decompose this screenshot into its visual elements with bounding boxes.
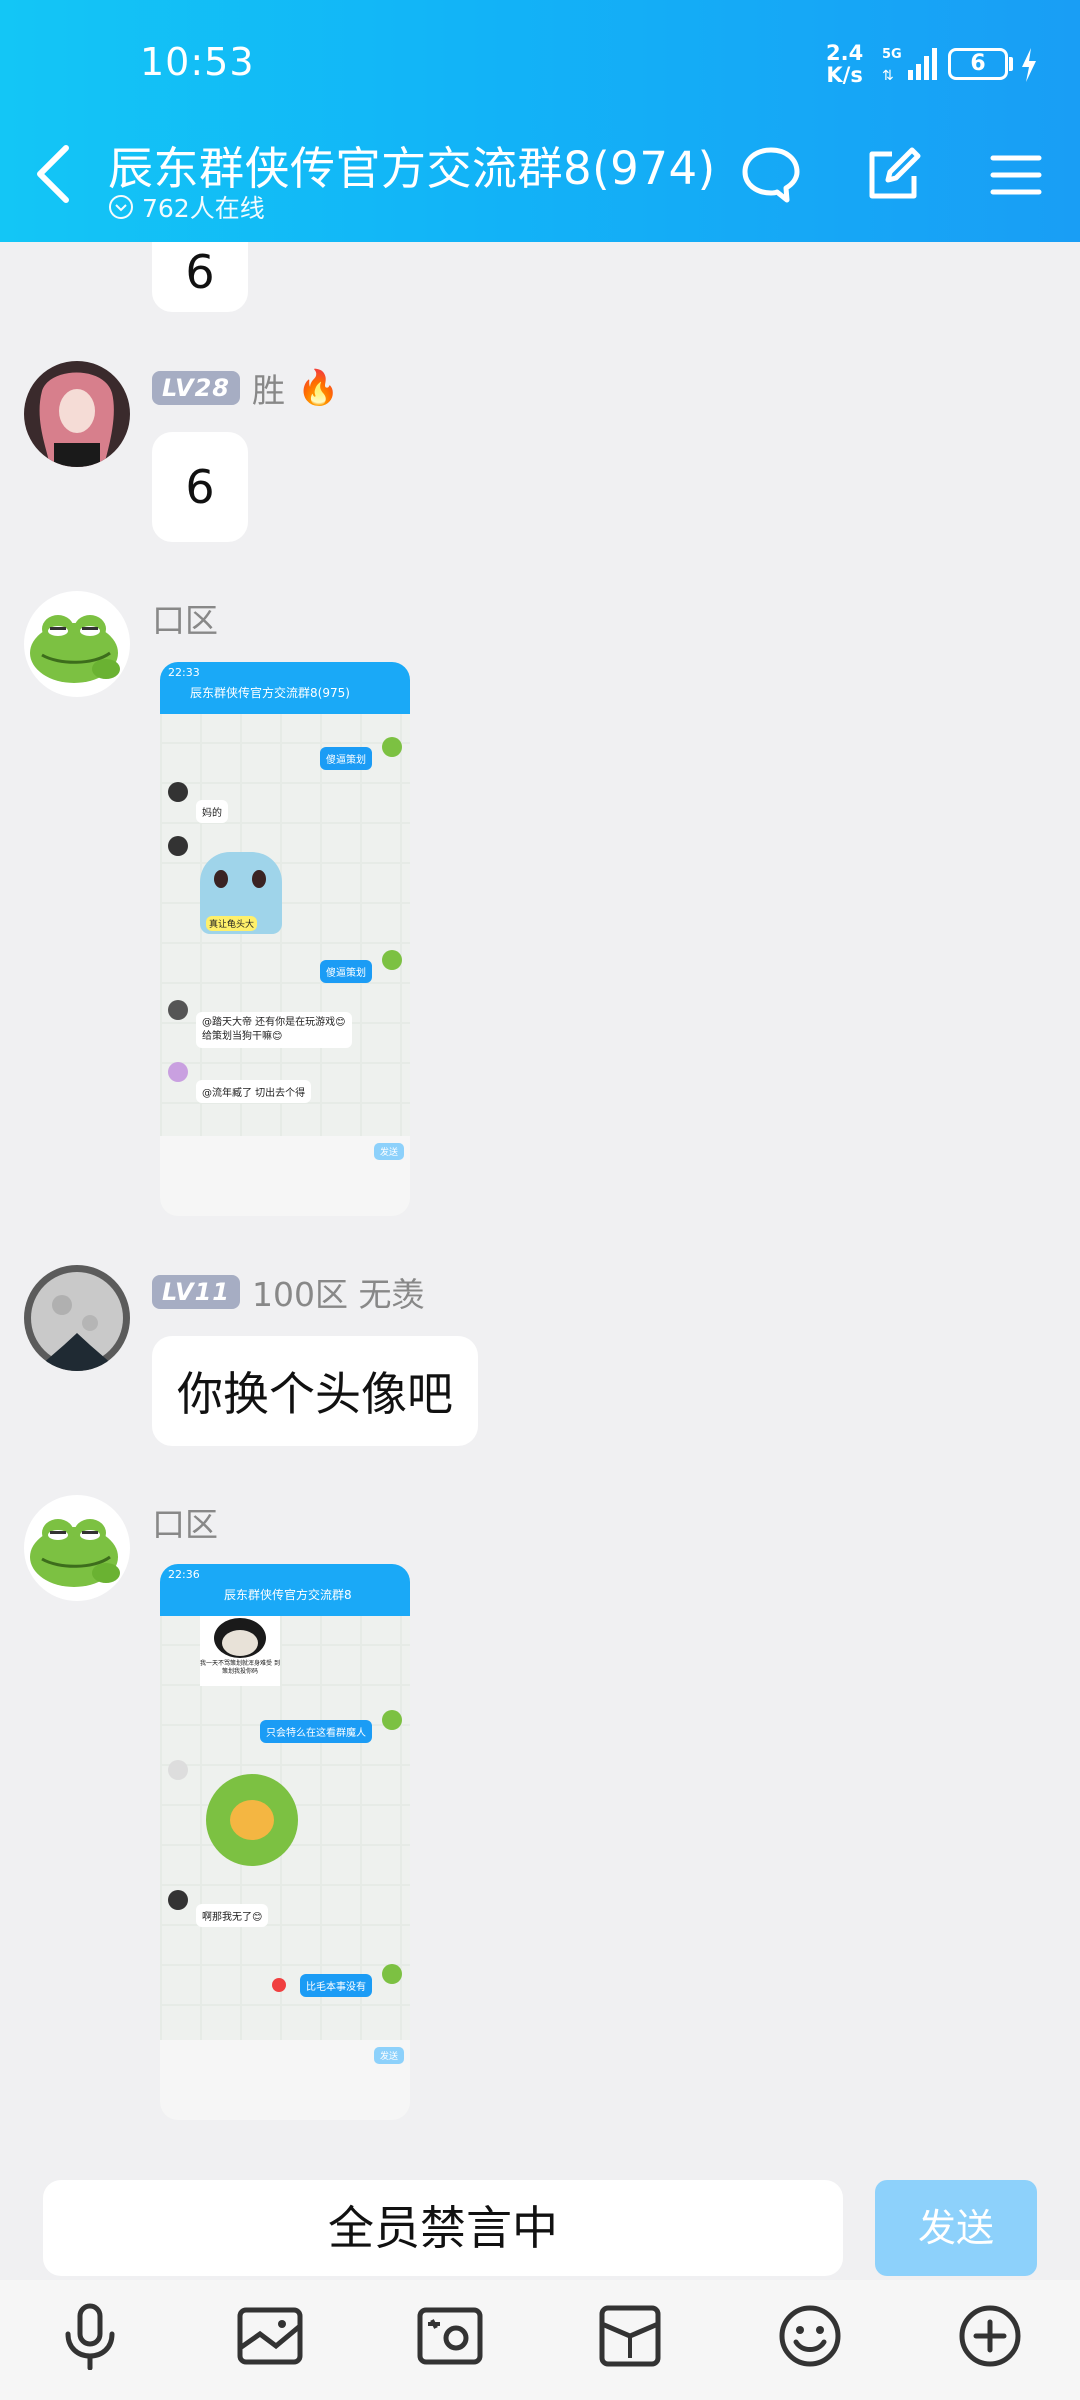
screenshot-toolbar [160,2040,410,2120]
avatar-anime-girl [24,361,130,467]
avatar[interactable] [24,1495,130,1601]
mini-avatar [382,1710,402,1730]
message-list[interactable]: 6 LV28 胜 🔥 6 口区 22:33 辰东群侠传官方交流群8(975) 傻… [0,242,1080,2160]
mini-avatar [168,836,188,856]
screenshot-title: 辰东群侠传官方交流群8(975) [190,686,350,700]
sender-name: 胜 [251,371,285,410]
online-count[interactable]: 762人在线 [108,189,265,225]
sender-info: 口区 [152,1498,218,1546]
screenshot-message: @流年臧了 切出去个得 [196,1080,312,1103]
level-badge: LV28 [152,371,240,405]
online-text: 762人在线 [142,194,265,223]
plus-icon[interactable] [956,2302,1024,2370]
screenshot-message: 妈的 [196,800,228,823]
screenshot-message: 傻逼策划 [320,747,372,770]
chat-title[interactable]: 辰东群侠传官方交流群8(974) [108,132,716,197]
net-speed: 2.4 K/s [826,42,863,86]
screenshot-header: 22:36 辰东群侠传官方交流群8 [160,1564,410,1616]
gallery-icon[interactable] [236,2302,304,2370]
screenshot-message: 比毛本事没有 [300,1974,372,1997]
avatar[interactable] [24,591,130,697]
sender-info: LV28 胜 🔥 [152,364,339,412]
menu-icon[interactable] [985,144,1047,206]
emoji-icon[interactable] [776,2302,844,2370]
avatar-frog [24,1495,130,1601]
mini-avatar [168,1760,188,1780]
mini-avatar [382,1964,402,1984]
avatar-frog [24,591,130,697]
signal-icon: 5G ⇅ [882,47,937,84]
red-packet-icon[interactable] [596,2302,664,2370]
mini-avatar [168,782,188,802]
battery-tip [1009,57,1013,71]
camera-icon[interactable] [416,2302,484,2370]
level-badge: LV11 [152,1275,240,1309]
cabbage-sticker [206,1774,298,1866]
avatar[interactable] [24,1265,130,1371]
message-bubble[interactable]: 6 [152,242,248,312]
mini-avatar [168,1890,188,1910]
input-bar: 全员禁言中 发送 [0,2160,1080,2276]
app-header: 10:53 2.4 K/s 5G ⇅ 6 辰东群侠传官方交流群8(974) 76… [0,0,1080,242]
screenshot-title: 辰东群侠传官方交流群8 [224,1588,352,1602]
screenshot-toolbar [160,1136,410,1216]
screenshot-send: 发送 [373,1143,404,1160]
screenshot-message: 傻逼策划 [320,960,372,983]
status-time: 10:53 [140,40,255,84]
avatar[interactable] [24,361,130,467]
mini-avatar [168,1062,188,1082]
sender-name: 口区 [152,1505,218,1544]
screenshot-message: 啊那我无了😊 [196,1904,269,1927]
message-bubble[interactable]: 你换个头像吧 [152,1336,478,1446]
screenshot-send: 发送 [373,2047,404,2064]
screenshot-line: 给策划当狗干嘛😊 [202,1031,283,1042]
message-text: 你换个头像吧 [177,1367,453,1421]
screenshot-message: 只会特么在这看群魔人 [260,1720,372,1743]
mini-avatar [382,737,402,757]
error-icon [272,1978,286,1992]
chat-bubble-icon[interactable] [740,144,802,206]
screenshot-line: @踏天大帝 还有你是在玩游戏😊 [202,1017,346,1028]
net-speed-unit: K/s [826,63,863,87]
back-icon[interactable] [30,142,80,206]
message-input-muted[interactable]: 全员禁言中 [43,2180,843,2276]
image-message[interactable]: 22:33 辰东群侠传官方交流群8(975) 傻逼策划 妈的 真让龟头大 傻逼策… [160,662,410,1216]
status-bar: 10:53 2.4 K/s 5G ⇅ 6 [0,0,1080,110]
net-speed-value: 2.4 [826,41,864,65]
mini-avatar [168,1000,188,1020]
panda-sticker: 我一天不骂策划就浑身难受 到策划我投你码 [200,1616,280,1686]
svg-text:⇅: ⇅ [882,68,894,84]
send-button[interactable]: 发送 [875,2180,1037,2276]
fire-icon: 🔥 [296,368,340,408]
message-text: 6 [185,245,215,299]
screenshot-header: 22:33 辰东群侠传官方交流群8(975) [160,662,410,714]
svg-text:5G: 5G [882,47,902,62]
sender-info: LV11 100区 无羡 [152,1268,424,1316]
mini-avatar [382,950,402,970]
screenshot-time: 22:33 [168,666,200,679]
image-message[interactable]: 22:36 辰东群侠传官方交流群8 我一天不骂策划就浑身难受 到策划我投你码 只… [160,1564,410,2120]
sticker-caption: 我一天不骂策划就浑身难受 到策划我投你码 [200,1660,280,1675]
screenshot-message: @踏天大帝 还有你是在玩游戏😊 给策划当狗干嘛😊 [196,1012,352,1048]
message-text: 6 [185,460,215,514]
sender-name: 100区 无羡 [251,1275,425,1314]
sticker-caption: 真让龟头大 [206,916,258,931]
chevron-down-circle-icon [109,195,133,219]
screenshot-time: 22:36 [168,1568,200,1581]
input-toolbar [0,2280,1080,2400]
edit-icon[interactable] [862,144,924,206]
message-bubble[interactable]: 6 [152,432,248,542]
charging-icon [1022,48,1036,82]
sender-info: 口区 [152,594,218,642]
sender-name: 口区 [152,601,218,640]
mic-icon[interactable] [56,2302,124,2370]
battery-icon: 6 [948,48,1008,80]
squirtle-sticker: 真让龟头大 [200,852,282,934]
avatar-moon [24,1265,130,1371]
